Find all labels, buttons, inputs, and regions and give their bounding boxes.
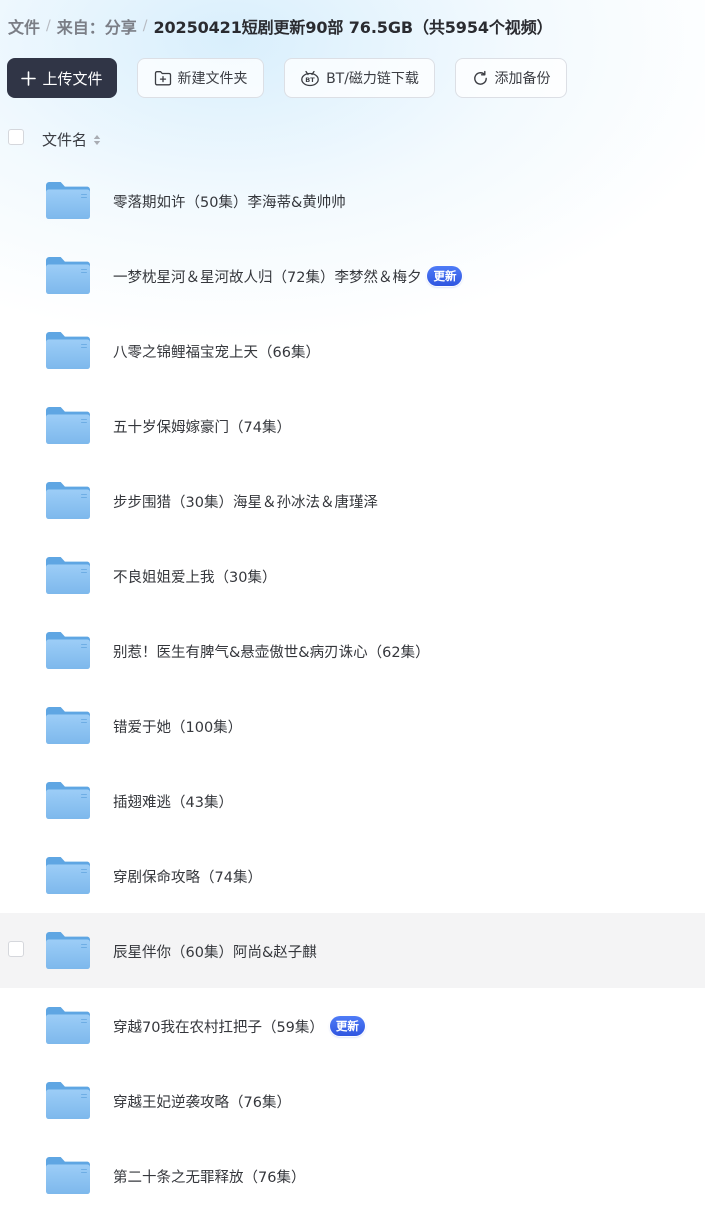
file-row[interactable]: 第二十条之无罪释放（76集） <box>0 1138 705 1213</box>
folder-icon <box>44 329 92 371</box>
sort-by-name-button[interactable]: 文件名 <box>42 129 101 150</box>
file-name[interactable]: 不良姐姐爱上我（30集） <box>113 565 276 587</box>
file-row[interactable]: 穿越王妃逆袭攻略（76集） <box>0 1063 705 1138</box>
toolbar: 上传文件 新建文件夹 BT BT/磁力链下载 添加备份 <box>7 58 567 98</box>
breadcrumb-files[interactable]: 文件 <box>8 14 40 38</box>
new-folder-button[interactable]: 新建文件夹 <box>137 58 264 98</box>
folder-icon <box>44 1079 92 1121</box>
sort-icon <box>93 134 101 146</box>
file-name-text: 零落期如许（50集）李海蒂&黄帅帅 <box>113 194 346 211</box>
file-name-text: 第二十条之无罪释放（76集） <box>113 1169 306 1186</box>
svg-text:BT: BT <box>305 76 315 84</box>
file-row[interactable]: 穿剧保命攻略（74集） <box>0 838 705 913</box>
update-badge: 更新 <box>427 266 463 286</box>
add-backup-label: 添加备份 <box>494 71 551 87</box>
file-name[interactable]: 一梦枕星河＆星河故人归（72集）李梦然＆梅夕 更新 <box>113 265 463 287</box>
upload-file-label: 上传文件 <box>42 69 103 88</box>
file-row[interactable]: 五十岁保姆嫁豪门（74集） <box>0 388 705 463</box>
folder-icon <box>44 629 92 671</box>
file-name[interactable]: 插翅难逃（43集） <box>113 790 233 812</box>
file-name[interactable]: 第二十条之无罪释放（76集） <box>113 1165 305 1187</box>
folder-icon <box>44 854 92 896</box>
file-row[interactable]: 错爱于她（100集） <box>0 688 705 763</box>
bt-magnet-icon: BT <box>300 69 320 87</box>
plus-icon <box>21 70 37 86</box>
column-name-label: 文件名 <box>42 131 88 149</box>
file-row[interactable]: 别惹！医生有脾气&悬壶傲世&病刃诛心（62集） <box>0 613 705 688</box>
file-row[interactable]: 不良姐姐爱上我（30集） <box>0 538 705 613</box>
file-name[interactable]: 步步围猎（30集）海星＆孙冰法＆唐瑾泽 <box>113 490 378 512</box>
folder-icon <box>44 554 92 596</box>
breadcrumb-current-folder: 20250421短剧更新90部 76.5GB（共5954个视频） <box>153 18 553 37</box>
file-name-text: 错爱于她（100集） <box>113 719 243 736</box>
folder-icon <box>44 479 92 521</box>
file-name[interactable]: 穿剧保命攻略（74集） <box>113 865 262 887</box>
file-row[interactable]: 零落期如许（50集）李海蒂&黄帅帅 <box>0 163 705 238</box>
folder-icon <box>44 779 92 821</box>
file-name[interactable]: 别惹！医生有脾气&悬壶傲世&病刃诛心（62集） <box>113 640 430 662</box>
row-checkbox[interactable] <box>8 941 24 957</box>
breadcrumb: 文件 / 来自：分享 / 20250421短剧更新90部 76.5GB（共595… <box>8 14 553 38</box>
file-list-header: 文件名 <box>0 124 705 154</box>
file-name-text: 一梦枕星河＆星河故人归（72集）李梦然＆梅夕 <box>113 269 422 286</box>
file-name[interactable]: 穿越王妃逆袭攻略（76集） <box>113 1090 291 1112</box>
file-row[interactable]: 步步围猎（30集）海星＆孙冰法＆唐瑾泽 <box>0 463 705 538</box>
file-name-text: 不良姐姐爱上我（30集） <box>113 569 277 586</box>
folder-icon <box>44 179 92 221</box>
file-name-text: 插翅难逃（43集） <box>113 794 233 811</box>
select-all-checkbox[interactable] <box>8 129 24 145</box>
file-row[interactable]: 八零之锦鲤福宝宠上天（66集） <box>0 313 705 388</box>
file-browser-page: 文件 / 来自：分享 / 20250421短剧更新90部 76.5GB（共595… <box>0 0 705 1217</box>
sync-icon <box>472 70 489 87</box>
file-name-text: 别惹！医生有脾气&悬壶傲世&病刃诛心（62集） <box>113 644 430 661</box>
bt-magnet-download-button[interactable]: BT BT/磁力链下载 <box>284 58 435 98</box>
folder-icon <box>44 929 92 971</box>
file-list: 零落期如许（50集）李海蒂&黄帅帅 一梦枕星河＆星河故人归（72集）李梦然＆梅夕更… <box>0 163 705 1213</box>
file-row[interactable]: 一梦枕星河＆星河故人归（72集）李梦然＆梅夕 更新 <box>0 238 705 313</box>
add-backup-button[interactable]: 添加备份 <box>455 58 567 98</box>
file-row[interactable]: 穿越70我在农村扛把子（59集） 更新 <box>0 988 705 1063</box>
folder-icon <box>44 254 92 296</box>
file-name[interactable]: 穿越70我在农村扛把子（59集） 更新 <box>113 1015 365 1037</box>
bt-magnet-label: BT/磁力链下载 <box>326 71 419 87</box>
new-folder-label: 新建文件夹 <box>177 71 248 87</box>
folder-icon <box>44 404 92 446</box>
breadcrumb-separator: / <box>46 18 51 34</box>
file-row[interactable]: 插翅难逃（43集） <box>0 763 705 838</box>
folder-icon <box>44 704 92 746</box>
file-name-text: 辰星伴你（60集）阿尚&赵子麒 <box>113 944 317 961</box>
file-name[interactable]: 五十岁保姆嫁豪门（74集） <box>113 415 291 437</box>
file-name-text: 穿剧保命攻略（74集） <box>113 869 262 886</box>
file-name-text: 五十岁保姆嫁豪门（74集） <box>113 419 291 436</box>
file-name-text: 步步围猎（30集）海星＆孙冰法＆唐瑾泽 <box>113 494 378 511</box>
file-row[interactable]: 辰星伴你（60集）阿尚&赵子麒 <box>0 913 705 988</box>
folder-icon <box>44 1004 92 1046</box>
update-badge: 更新 <box>329 1016 365 1036</box>
file-name[interactable]: 辰星伴你（60集）阿尚&赵子麒 <box>113 940 317 962</box>
file-name-text: 八零之锦鲤福宝宠上天（66集） <box>113 344 320 361</box>
upload-file-button[interactable]: 上传文件 <box>7 58 117 98</box>
file-name-text: 穿越王妃逆袭攻略（76集） <box>113 1094 291 1111</box>
file-name-text: 穿越70我在农村扛把子（59集） <box>113 1019 324 1036</box>
file-name[interactable]: 零落期如许（50集）李海蒂&黄帅帅 <box>113 190 346 212</box>
new-folder-icon <box>154 70 172 86</box>
file-name[interactable]: 八零之锦鲤福宝宠上天（66集） <box>113 340 320 362</box>
folder-icon <box>44 1154 92 1196</box>
file-name[interactable]: 错爱于她（100集） <box>113 715 242 737</box>
breadcrumb-separator: / <box>142 18 148 34</box>
breadcrumb-shared[interactable]: 来自：分享 <box>57 14 137 38</box>
